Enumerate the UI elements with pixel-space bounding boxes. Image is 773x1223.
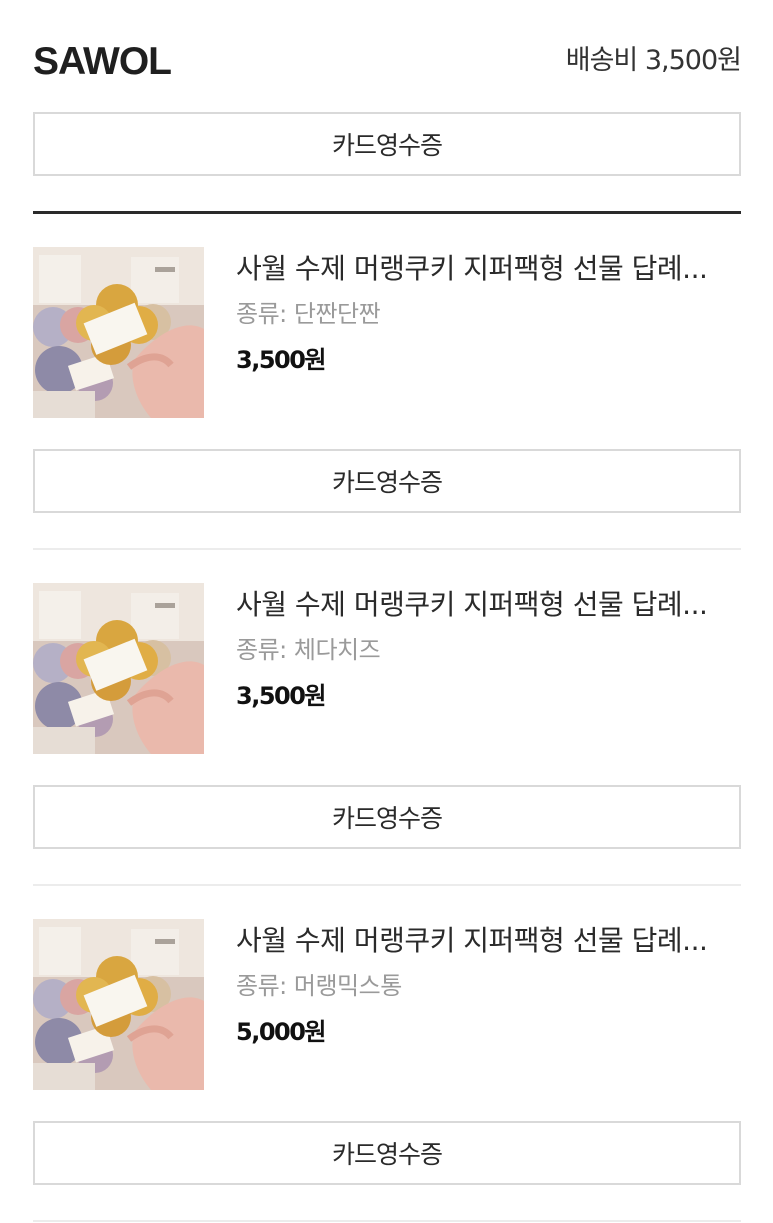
shipping-fee: 배송비 3,500원 — [565, 45, 742, 76]
product-title[interactable]: 사월 수제 머랭쿠키 지퍼팩형 선물 답례... — [236, 921, 741, 961]
product-title[interactable]: 사월 수제 머랭쿠키 지퍼팩형 선물 답례... — [236, 585, 741, 625]
product-option: 종류: 단짠단짠 — [236, 300, 381, 328]
product-info: 사월 수제 머랭쿠키 지퍼팩형 선물 답례... 종류: 체다치즈 3,500원 — [236, 583, 741, 754]
product-option: 종류: 머랭믹스통 — [236, 972, 402, 1000]
order-detail: SAWOL 배송비 3,500원 카드영수증 사월 수제 머랭쿠키 지퍼팩형 선… — [33, 0, 742, 1222]
store-header: SAWOL 배송비 3,500원 — [33, 0, 742, 112]
product-image — [33, 919, 204, 1090]
order-item-row[interactable]: 사월 수제 머랭쿠키 지퍼팩형 선물 답례... 종류: 머랭믹스통 5,000… — [33, 919, 741, 1090]
product-thumbnail[interactable] — [33, 247, 204, 418]
product-title[interactable]: 사월 수제 머랭쿠키 지퍼팩형 선물 답례... — [236, 249, 741, 289]
product-info: 사월 수제 머랭쿠키 지퍼팩형 선물 답례... 종류: 단짠단짠 3,500원 — [236, 247, 741, 418]
product-info: 사월 수제 머랭쿠키 지퍼팩형 선물 답례... 종류: 머랭믹스통 5,000… — [236, 919, 741, 1090]
order-item-row[interactable]: 사월 수제 머랭쿠키 지퍼팩형 선물 답례... 종류: 체다치즈 3,500원 — [33, 583, 741, 754]
product-option: 종류: 체다치즈 — [236, 636, 381, 664]
product-thumbnail[interactable] — [33, 919, 204, 1090]
order-item: 사월 수제 머랭쿠키 지퍼팩형 선물 답례... 종류: 머랭믹스통 5,000… — [33, 886, 741, 1222]
item-divider — [33, 1220, 741, 1222]
order-item-row[interactable]: 사월 수제 머랭쿠키 지퍼팩형 선물 답례... 종류: 단짠단짠 3,500원 — [33, 247, 741, 418]
store-name: SAWOL — [33, 40, 172, 83]
product-thumbnail[interactable] — [33, 583, 204, 754]
order-item: 사월 수제 머랭쿠키 지퍼팩형 선물 답례... 종류: 체다치즈 3,500원… — [33, 550, 741, 886]
product-image — [33, 247, 204, 418]
card-receipt-button[interactable]: 카드영수증 — [33, 112, 741, 176]
product-price: 5,000원 — [236, 1018, 327, 1046]
product-image — [33, 583, 204, 754]
order-item: 사월 수제 머랭쿠키 지퍼팩형 선물 답례... 종류: 단짠단짠 3,500원… — [33, 214, 741, 550]
product-price: 3,500원 — [236, 682, 327, 710]
card-receipt-button[interactable]: 카드영수증 — [33, 449, 741, 513]
product-price: 3,500원 — [236, 346, 327, 374]
card-receipt-button[interactable]: 카드영수증 — [33, 1121, 741, 1185]
card-receipt-button[interactable]: 카드영수증 — [33, 785, 741, 849]
